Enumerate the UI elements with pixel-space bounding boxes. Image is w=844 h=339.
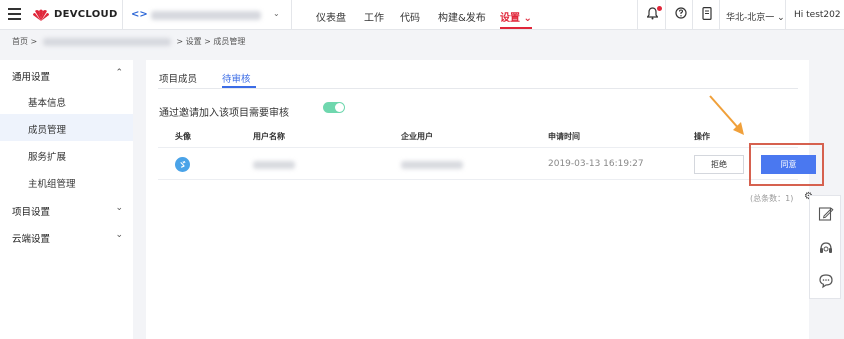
sidebar-group-project[interactable]: 项目设置 ⌄ — [0, 195, 133, 222]
total-count: (总条数：1) — [750, 194, 794, 203]
sidebar: 通用设置 ⌃ 基本信息 成员管理 服务扩展 主机组管理 项目设置 ⌄ 云端设置 … — [0, 60, 133, 339]
brand-name: DEVCLOUD — [54, 9, 118, 20]
region-selector[interactable]: 华北-北京一 ⌄ — [719, 0, 785, 30]
code-icon: <> — [131, 9, 148, 20]
sidebar-item-basic-info[interactable]: 基本信息 — [0, 87, 133, 114]
sidebar-group-general[interactable]: 通用设置 ⌃ — [0, 60, 133, 87]
hamburger-icon[interactable] — [8, 8, 21, 20]
breadcrumb-home[interactable]: 首页 > — [12, 37, 37, 46]
app-root: DEVCLOUD <> ⌄ 仪表盘 工作 代码 构建&发布 设置 ⌄ 华北-北京… — [0, 0, 844, 339]
nav-active-underline — [500, 27, 532, 29]
top-navbar: DEVCLOUD <> ⌄ 仪表盘 工作 代码 构建&发布 设置 ⌄ 华北-北京… — [0, 0, 844, 30]
enterprise-user-redacted — [401, 161, 463, 169]
nav-work[interactable]: 工作 — [364, 9, 384, 24]
annotation-highlight-box — [749, 143, 824, 186]
chevron-down-icon: ⌄ — [273, 9, 280, 18]
notification-dot — [657, 6, 662, 11]
huawei-logo — [33, 9, 49, 21]
nav-settings[interactable]: 设置 ⌄ — [500, 9, 532, 24]
username-redacted — [253, 161, 295, 169]
annotation-arrow — [709, 95, 744, 135]
avatar-glyph: ゞ — [178, 161, 188, 171]
tab-pending-review[interactable]: 待审核 — [222, 71, 251, 85]
sidebar-item-host-groups[interactable]: 主机组管理 — [0, 168, 133, 195]
toggle-knob — [335, 103, 344, 112]
nav-build-release[interactable]: 构建&发布 — [438, 9, 486, 24]
nav-code[interactable]: 代码 — [400, 9, 420, 24]
chat-icon[interactable] — [818, 273, 834, 289]
help-icon — [675, 7, 687, 19]
tab-project-members[interactable]: 项目成员 — [159, 71, 197, 85]
user-menu[interactable]: Hi test202 ⌄ — [785, 0, 844, 30]
sidebar-group-label: 通用设置 — [12, 72, 51, 83]
sidebar-item-members[interactable]: 成员管理 — [0, 114, 133, 141]
review-setting-label: 通过邀请加入该项目需要审核 — [159, 108, 289, 119]
reject-button[interactable]: 拒绝 — [694, 155, 744, 174]
headset-icon[interactable] — [818, 240, 834, 256]
breadcrumb: 首页 > > 设置 > 成员管理 — [12, 36, 245, 47]
chevron-down-icon: ⌄ — [115, 230, 123, 240]
floating-toolbar — [809, 195, 841, 299]
avatar: ゞ — [175, 157, 190, 172]
column-header-enterprise-user: 企业用户 — [401, 132, 433, 141]
request-time: 2019-03-13 16:19:27 — [548, 159, 644, 169]
tab-divider — [158, 88, 798, 89]
mobile-app-button[interactable] — [692, 0, 719, 30]
column-header-avatar: 头像 — [175, 132, 191, 141]
project-name-redacted — [151, 11, 261, 20]
project-selector[interactable]: <> ⌄ — [122, 0, 292, 30]
mobile-icon — [702, 7, 712, 20]
chevron-up-icon: ⌃ — [115, 68, 123, 78]
notification-button[interactable] — [637, 0, 665, 30]
chevron-down-icon: ⌄ — [523, 13, 532, 24]
sidebar-group-label: 云端设置 — [12, 234, 51, 245]
column-header-username: 用户名称 — [253, 132, 285, 141]
nav-settings-label: 设置 — [500, 13, 520, 24]
breadcrumb-project-redacted[interactable] — [42, 37, 171, 46]
column-header-request-time: 申请时间 — [548, 132, 580, 141]
edit-note-icon[interactable] — [818, 206, 834, 222]
sidebar-group-cloud[interactable]: 云端设置 ⌄ — [0, 222, 133, 249]
breadcrumb-tail: > 设置 > 成员管理 — [176, 37, 246, 46]
sidebar-item-service-extensions[interactable]: 服务扩展 — [0, 141, 133, 168]
chevron-down-icon: ⌄ — [115, 203, 123, 213]
nav-dashboard[interactable]: 仪表盘 — [316, 9, 346, 24]
help-button[interactable] — [665, 0, 692, 30]
sidebar-group-label: 项目设置 — [12, 207, 51, 218]
review-toggle[interactable] — [323, 102, 345, 113]
table-row: ゞ 2019-03-13 16:19:27 拒绝 同意 — [158, 147, 816, 180]
